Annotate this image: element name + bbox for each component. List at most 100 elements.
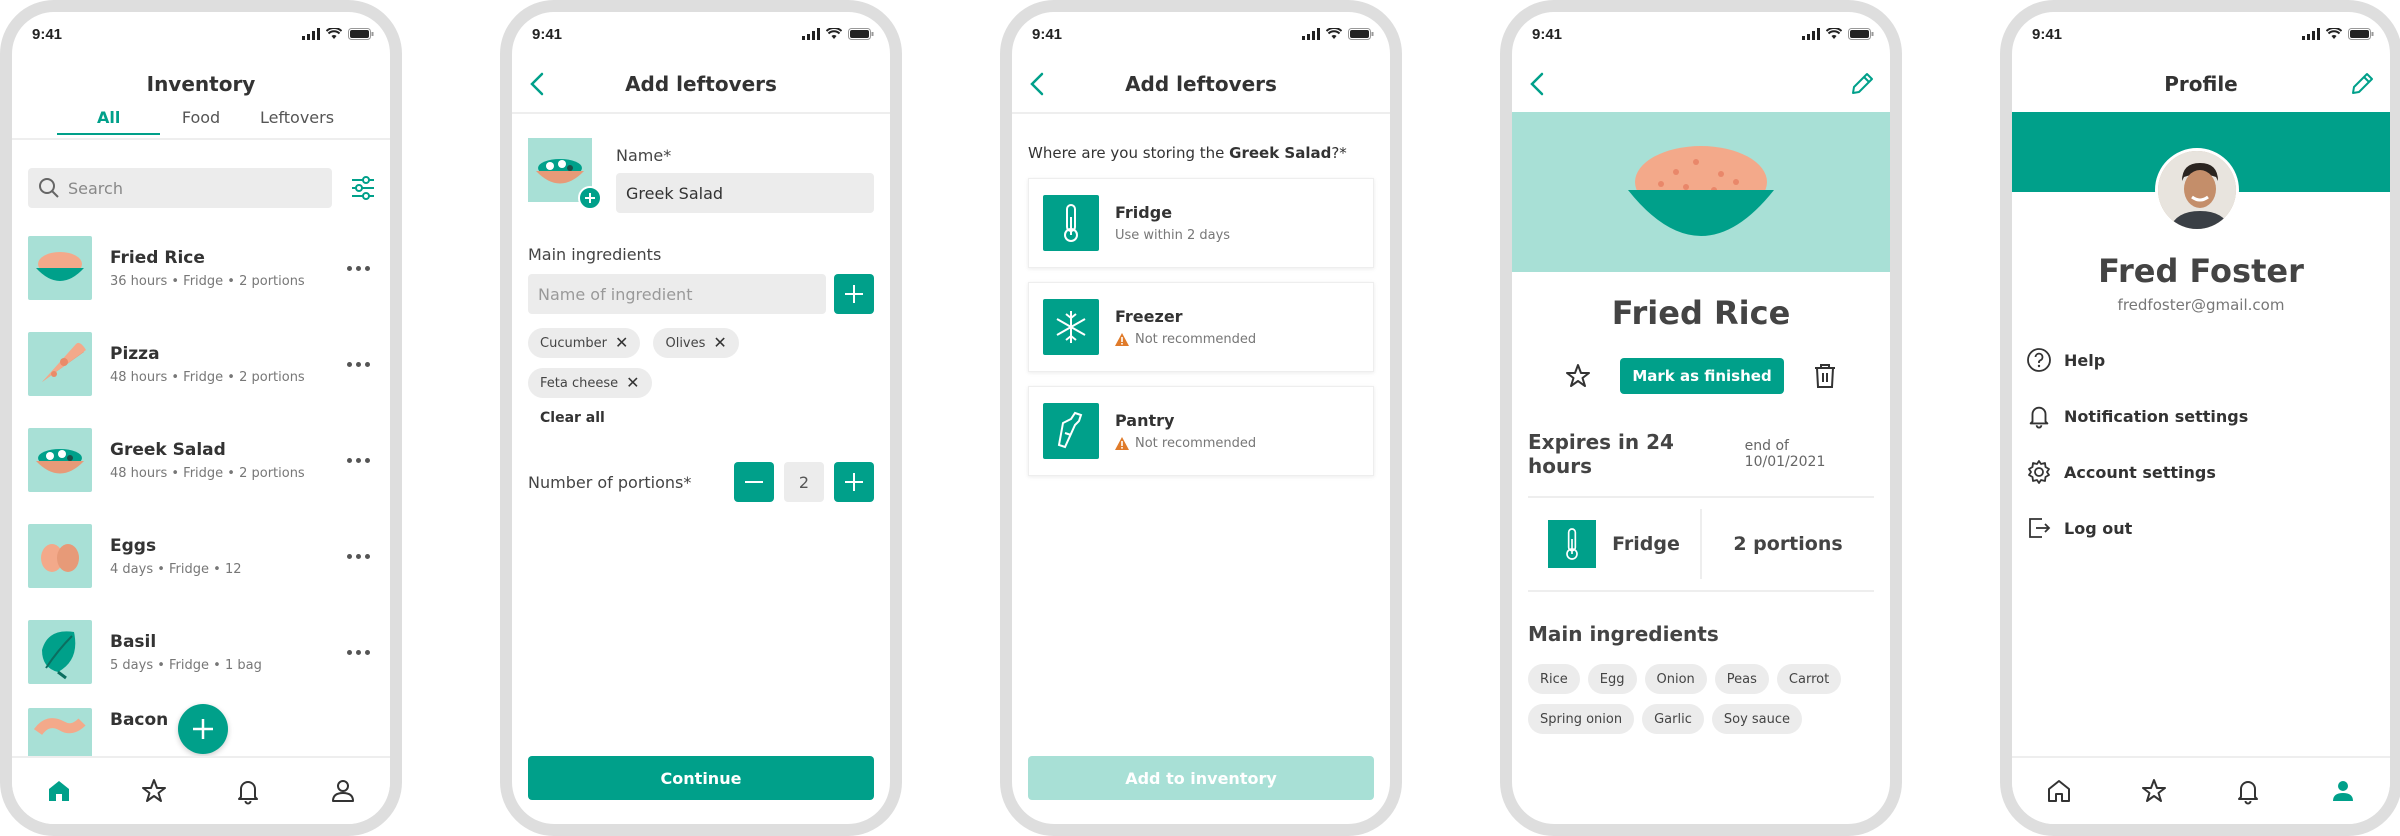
battery-icon [2348, 28, 2374, 40]
item-meta: 48 hours • Fridge • 2 portions [110, 369, 305, 385]
bell-icon [2029, 406, 2049, 429]
nav-home[interactable] [2041, 773, 2077, 809]
signal-icon [802, 28, 820, 40]
storage-hint: Not recommended [1135, 332, 1257, 347]
item-meta: 36 hours • Fridge • 2 portions [110, 273, 305, 289]
nav-home[interactable] [41, 773, 77, 809]
name-field[interactable]: Greek Salad [616, 173, 874, 213]
avatar[interactable] [2155, 148, 2239, 232]
ingredients-title: Main ingredients [1528, 622, 1719, 646]
ingredient-input[interactable]: Name of ingredient [528, 274, 826, 314]
help-icon [2027, 348, 2051, 372]
menu-help[interactable]: Help [2012, 332, 2390, 388]
plus-icon [845, 473, 863, 491]
menu-notification-settings[interactable]: Notification settings [2012, 388, 2390, 444]
thermometer-icon [1064, 204, 1078, 242]
wifi-icon [1326, 28, 1342, 39]
nav-profile[interactable] [2325, 773, 2361, 809]
ingredient-chip: Olives ✕ [653, 328, 739, 358]
status-bar: 9:41 [512, 12, 890, 56]
name-label: Name* [616, 146, 672, 165]
status-time: 9:41 [532, 25, 563, 43]
nav-favorites[interactable] [2136, 773, 2172, 809]
add-item-button[interactable] [178, 704, 228, 754]
user-icon [331, 780, 354, 802]
back-icon[interactable] [524, 70, 552, 98]
item-meta: 4 days • Fridge • 12 [110, 561, 242, 577]
remove-chip-icon[interactable]: ✕ [615, 335, 628, 351]
list-item[interactable]: Pizza 48 hours • Fridge • 2 portions [12, 316, 390, 412]
add-ingredient-button[interactable] [834, 274, 874, 314]
list-item[interactable]: Eggs 4 days • Fridge • 12 [12, 508, 390, 604]
list-item[interactable]: Greek Salad 48 hours • Fridge • 2 portion… [12, 412, 390, 508]
mark-finished-button[interactable]: Mark as finished [1620, 358, 1784, 394]
page-title: Profile [2164, 72, 2238, 96]
item-name: Greek Salad [110, 439, 226, 460]
item-name: Eggs [110, 535, 157, 556]
status-bar: 9:41 [1012, 12, 1390, 56]
storage-option-pantry[interactable]: Pantry Not recommended [1028, 386, 1374, 476]
status-time: 9:41 [1532, 25, 1563, 43]
ingredient-chip: Rice [1528, 664, 1580, 694]
list-item[interactable]: Fried Rice 36 hours • Fridge • 2 portions [12, 220, 390, 316]
more-options-icon[interactable] [342, 640, 374, 664]
ingredient-chip: Garlic [1642, 704, 1704, 734]
clear-all-link[interactable]: Clear all [540, 410, 874, 426]
pencil-icon[interactable] [1848, 70, 1876, 98]
more-options-icon[interactable] [342, 256, 374, 280]
portions-label: 2 portions [1733, 533, 1843, 555]
list-item[interactable]: Basil 5 days • Fridge • 1 bag [12, 604, 390, 700]
add-to-inventory-button[interactable]: Add to inventory [1028, 756, 1374, 800]
remove-chip-icon[interactable]: ✕ [713, 335, 726, 351]
filter-icon[interactable] [350, 175, 376, 201]
nav-favorites[interactable] [136, 773, 172, 809]
signal-icon [1302, 28, 1320, 40]
pencil-icon[interactable] [2348, 70, 2376, 98]
portions-value[interactable]: 2 [784, 462, 824, 502]
ingredient-chip: Spring onion [1528, 704, 1635, 734]
remove-chip-icon[interactable]: ✕ [626, 375, 639, 391]
status-bar: 9:41 [2012, 12, 2390, 56]
storage-name: Freezer [1115, 307, 1183, 326]
location-label: Fridge [1612, 533, 1680, 555]
more-options-icon[interactable] [342, 448, 374, 472]
photo-upload[interactable] [528, 138, 602, 210]
ingredient-chip: Egg [1587, 664, 1637, 694]
portions-cell: 2 portions [1702, 509, 1874, 579]
battery-icon [848, 28, 874, 40]
search-placeholder: Search [68, 178, 123, 198]
nav-notifications[interactable] [2230, 773, 2266, 809]
minus-icon [745, 481, 763, 483]
nav-notifications[interactable] [230, 773, 266, 809]
ingredient-chip: Cucumber ✕ [528, 328, 641, 358]
basil-thumbnail [28, 620, 92, 684]
back-icon[interactable] [1024, 70, 1052, 98]
battery-icon [348, 28, 374, 40]
warning-icon [1115, 437, 1129, 450]
signal-icon [2302, 28, 2320, 40]
storage-option-fridge[interactable]: Fridge Use within 2 days [1028, 178, 1374, 268]
search-input[interactable]: Search [28, 168, 332, 208]
trash-icon[interactable] [1812, 362, 1838, 390]
menu-account-settings[interactable]: Account settings [2012, 444, 2390, 500]
increment-button[interactable] [834, 462, 874, 502]
item-meta: 48 hours • Fridge • 2 portions [110, 465, 305, 481]
add-photo-icon[interactable] [578, 186, 602, 210]
decrement-button[interactable] [734, 462, 774, 502]
greek-salad-thumbnail [28, 428, 92, 492]
storage-option-freezer[interactable]: Freezer Not recommended [1028, 282, 1374, 372]
continue-button[interactable]: Continue [528, 756, 874, 800]
more-options-icon[interactable] [342, 352, 374, 376]
bell-icon [2238, 781, 2259, 805]
fried-rice-thumbnail [28, 236, 92, 300]
back-icon[interactable] [1524, 70, 1552, 98]
menu-log-out[interactable]: Log out [2012, 500, 2390, 556]
more-options-icon[interactable] [342, 544, 374, 568]
eggs-thumbnail [28, 524, 92, 588]
profile-email: fredfoster@gmail.com [2117, 296, 2285, 314]
logout-icon [2029, 518, 2051, 538]
storage-name: Pantry [1115, 411, 1175, 430]
star-icon[interactable] [1564, 362, 1592, 390]
plus-icon [845, 285, 863, 303]
nav-profile[interactable] [325, 773, 361, 809]
